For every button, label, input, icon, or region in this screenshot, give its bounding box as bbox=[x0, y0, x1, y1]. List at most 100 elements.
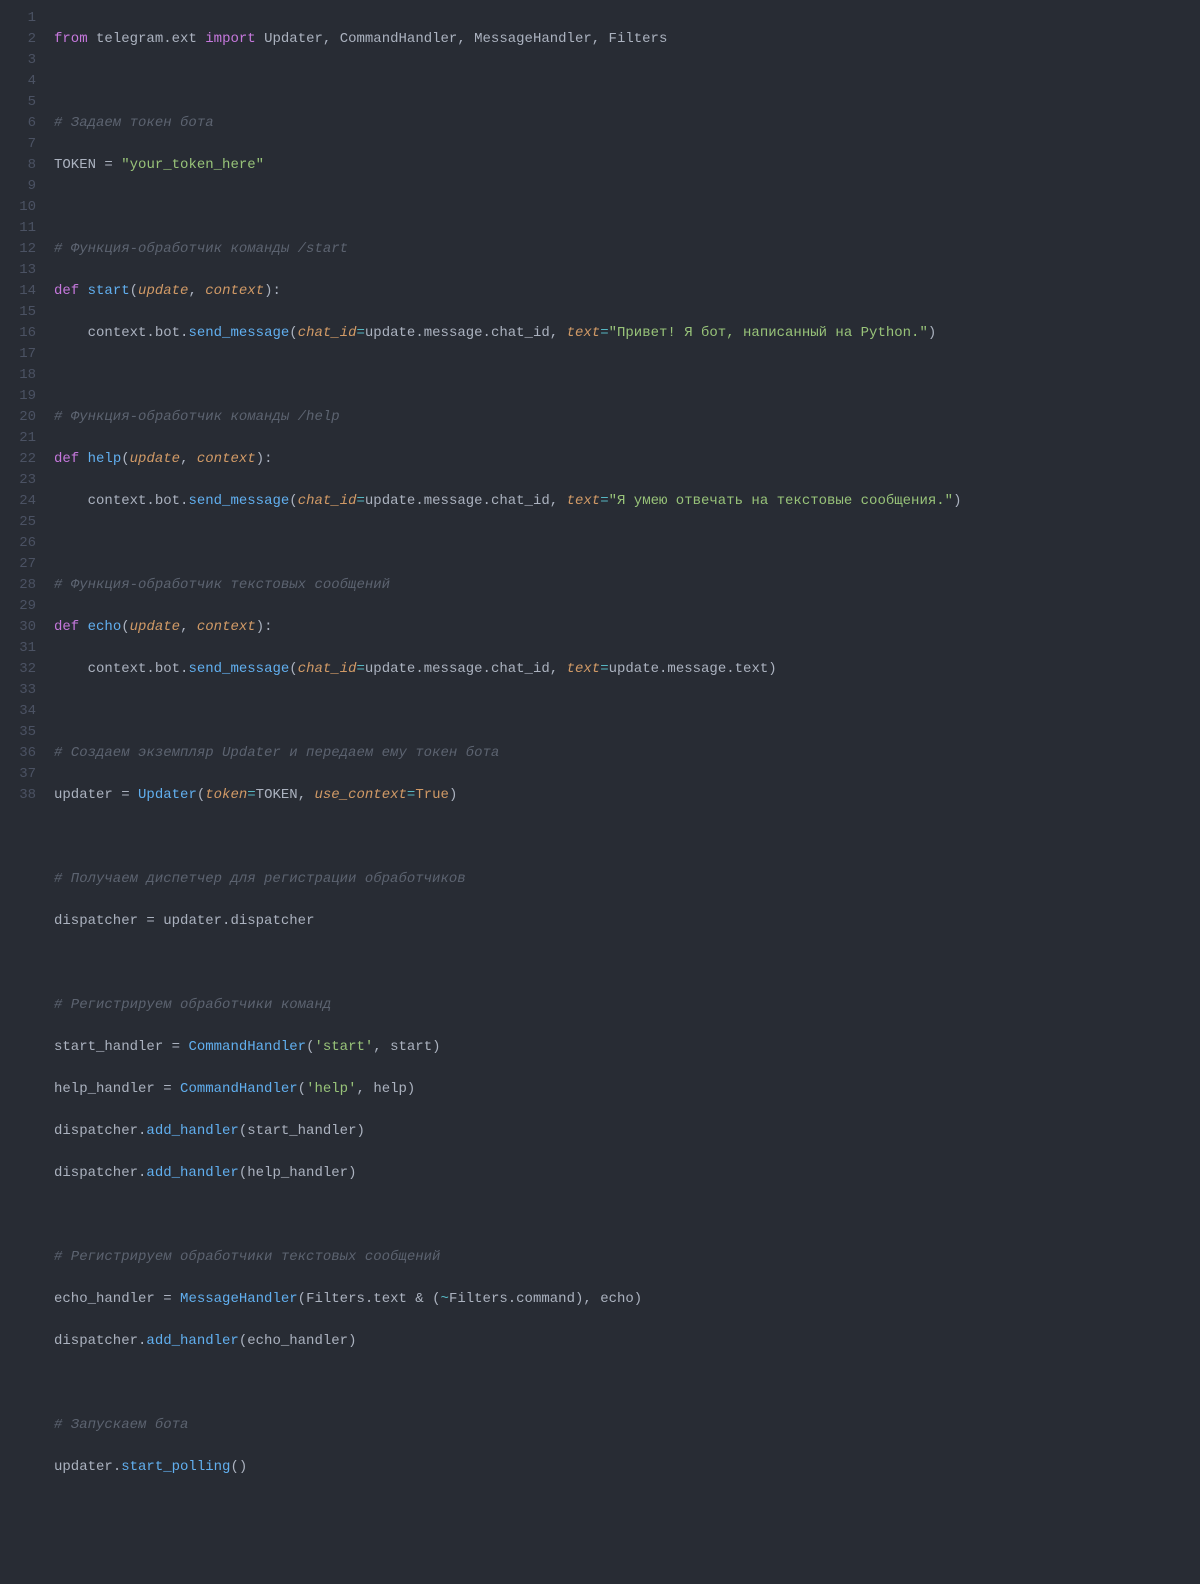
code-line[interactable]: # Получаем диспетчер для регистрации обр… bbox=[54, 869, 1200, 890]
code-line[interactable]: from telegram.ext import Updater, Comman… bbox=[54, 29, 1200, 50]
string-literal: "your_token_here" bbox=[121, 157, 264, 173]
code-line[interactable]: # Запускаем бота bbox=[54, 1415, 1200, 1436]
code-line[interactable]: # Функция-обработчик команды /help bbox=[54, 407, 1200, 428]
comment: # Функция-обработчик команды /help bbox=[54, 409, 340, 425]
code-line[interactable]: # Функция-обработчик текстовых сообщений bbox=[54, 575, 1200, 596]
line-number: 18 bbox=[0, 365, 36, 386]
variable: echo_handler bbox=[54, 1291, 155, 1307]
code-line[interactable]: # Регистрируем обработчики команд bbox=[54, 995, 1200, 1016]
method-call: send_message bbox=[188, 493, 289, 509]
line-number: 9 bbox=[0, 176, 36, 197]
function-name: echo bbox=[88, 619, 122, 635]
code-line[interactable]: def start(update, context): bbox=[54, 281, 1200, 302]
code-line[interactable]: # Задаем токен бота bbox=[54, 113, 1200, 134]
code-line[interactable]: dispatcher.add_handler(start_handler) bbox=[54, 1121, 1200, 1142]
line-number: 7 bbox=[0, 134, 36, 155]
kwarg-name: text bbox=[567, 325, 601, 341]
code-line[interactable] bbox=[54, 1499, 1200, 1520]
keyword-import: import bbox=[205, 31, 255, 47]
code-line[interactable] bbox=[54, 533, 1200, 554]
line-number: 29 bbox=[0, 596, 36, 617]
line-number: 8 bbox=[0, 155, 36, 176]
operator-tilde: ~ bbox=[441, 1291, 449, 1307]
string-literal: "Привет! Я бот, написанный на Python." bbox=[609, 325, 928, 341]
line-number: 31 bbox=[0, 638, 36, 659]
comment: # Задаем токен бота bbox=[54, 115, 214, 131]
code-line[interactable] bbox=[54, 71, 1200, 92]
code-line[interactable]: # Функция-обработчик команды /start bbox=[54, 239, 1200, 260]
variable: updater bbox=[54, 787, 113, 803]
method-call: send_message bbox=[188, 661, 289, 677]
submodule-name: ext bbox=[172, 31, 197, 47]
code-line[interactable]: help_handler = CommandHandler('help', he… bbox=[54, 1079, 1200, 1100]
method-call: add_handler bbox=[146, 1123, 238, 1139]
line-number: 10 bbox=[0, 197, 36, 218]
code-line[interactable]: dispatcher.add_handler(help_handler) bbox=[54, 1163, 1200, 1184]
code-line[interactable] bbox=[54, 1541, 1200, 1562]
code-line[interactable] bbox=[54, 701, 1200, 722]
comment: # Функция-обработчик текстовых сообщений bbox=[54, 577, 390, 593]
line-number: 34 bbox=[0, 701, 36, 722]
code-line[interactable]: # Создаем экземпляр Updater и передаем е… bbox=[54, 743, 1200, 764]
code-line[interactable]: def help(update, context): bbox=[54, 449, 1200, 470]
class-call: Updater bbox=[138, 787, 197, 803]
function-name: start bbox=[88, 283, 130, 299]
import-names: Updater, CommandHandler, MessageHandler,… bbox=[264, 31, 667, 47]
code-editor[interactable]: 1234567891011121314151617181920212223242… bbox=[0, 8, 1200, 1584]
variable: help_handler bbox=[54, 1081, 155, 1097]
code-line[interactable] bbox=[54, 1583, 1200, 1584]
code-line[interactable]: # Регистрируем обработчики текстовых соо… bbox=[54, 1247, 1200, 1268]
kwarg-name: chat_id bbox=[298, 325, 357, 341]
variable: dispatcher bbox=[54, 913, 138, 929]
class-call: CommandHandler bbox=[188, 1039, 306, 1055]
code-line[interactable]: def echo(update, context): bbox=[54, 617, 1200, 638]
line-number: 33 bbox=[0, 680, 36, 701]
line-number: 28 bbox=[0, 575, 36, 596]
code-line[interactable]: updater.start_polling() bbox=[54, 1457, 1200, 1478]
method-call: add_handler bbox=[146, 1333, 238, 1349]
code-line[interactable]: context.bot.send_message(chat_id=update.… bbox=[54, 659, 1200, 680]
code-line[interactable]: dispatcher.add_handler(echo_handler) bbox=[54, 1331, 1200, 1352]
comment: # Функция-обработчик команды /start bbox=[54, 241, 348, 257]
line-number: 13 bbox=[0, 260, 36, 281]
code-line[interactable]: dispatcher = updater.dispatcher bbox=[54, 911, 1200, 932]
line-number: 32 bbox=[0, 659, 36, 680]
line-number: 16 bbox=[0, 323, 36, 344]
line-number: 25 bbox=[0, 512, 36, 533]
code-line[interactable]: updater = Updater(token=TOKEN, use_conte… bbox=[54, 785, 1200, 806]
code-line[interactable] bbox=[54, 1373, 1200, 1394]
keyword-def: def bbox=[54, 451, 79, 467]
code-content[interactable]: from telegram.ext import Updater, Comman… bbox=[54, 8, 1200, 1584]
code-line[interactable]: context.bot.send_message(chat_id=update.… bbox=[54, 491, 1200, 512]
code-line[interactable]: TOKEN = "your_token_here" bbox=[54, 155, 1200, 176]
kwarg-name: token bbox=[205, 787, 247, 803]
code-line[interactable]: start_handler = CommandHandler('start', … bbox=[54, 1037, 1200, 1058]
param: update bbox=[130, 451, 180, 467]
class-call: MessageHandler bbox=[180, 1291, 298, 1307]
code-line[interactable] bbox=[54, 197, 1200, 218]
line-number: 3 bbox=[0, 50, 36, 71]
method-call: send_message bbox=[188, 325, 289, 341]
string-literal: 'start' bbox=[314, 1039, 373, 1055]
line-number: 38 bbox=[0, 785, 36, 806]
code-line[interactable]: context.bot.send_message(chat_id=update.… bbox=[54, 323, 1200, 344]
line-number: 11 bbox=[0, 218, 36, 239]
variable: start_handler bbox=[54, 1039, 163, 1055]
function-name: help bbox=[88, 451, 122, 467]
line-number: 4 bbox=[0, 71, 36, 92]
class-call: CommandHandler bbox=[180, 1081, 298, 1097]
code-line[interactable] bbox=[54, 827, 1200, 848]
code-line[interactable] bbox=[54, 953, 1200, 974]
comment: # Создаем экземпляр Updater и передаем е… bbox=[54, 745, 499, 761]
kwarg-name: text bbox=[567, 493, 601, 509]
code-line[interactable] bbox=[54, 365, 1200, 386]
line-number: 21 bbox=[0, 428, 36, 449]
constant-true: True bbox=[415, 787, 449, 803]
module-name: telegram bbox=[96, 31, 163, 47]
code-line[interactable] bbox=[54, 1205, 1200, 1226]
line-number: 30 bbox=[0, 617, 36, 638]
constant-name: TOKEN bbox=[54, 157, 96, 173]
line-number: 37 bbox=[0, 764, 36, 785]
code-line[interactable]: echo_handler = MessageHandler(Filters.te… bbox=[54, 1289, 1200, 1310]
comment: # Получаем диспетчер для регистрации обр… bbox=[54, 871, 466, 887]
